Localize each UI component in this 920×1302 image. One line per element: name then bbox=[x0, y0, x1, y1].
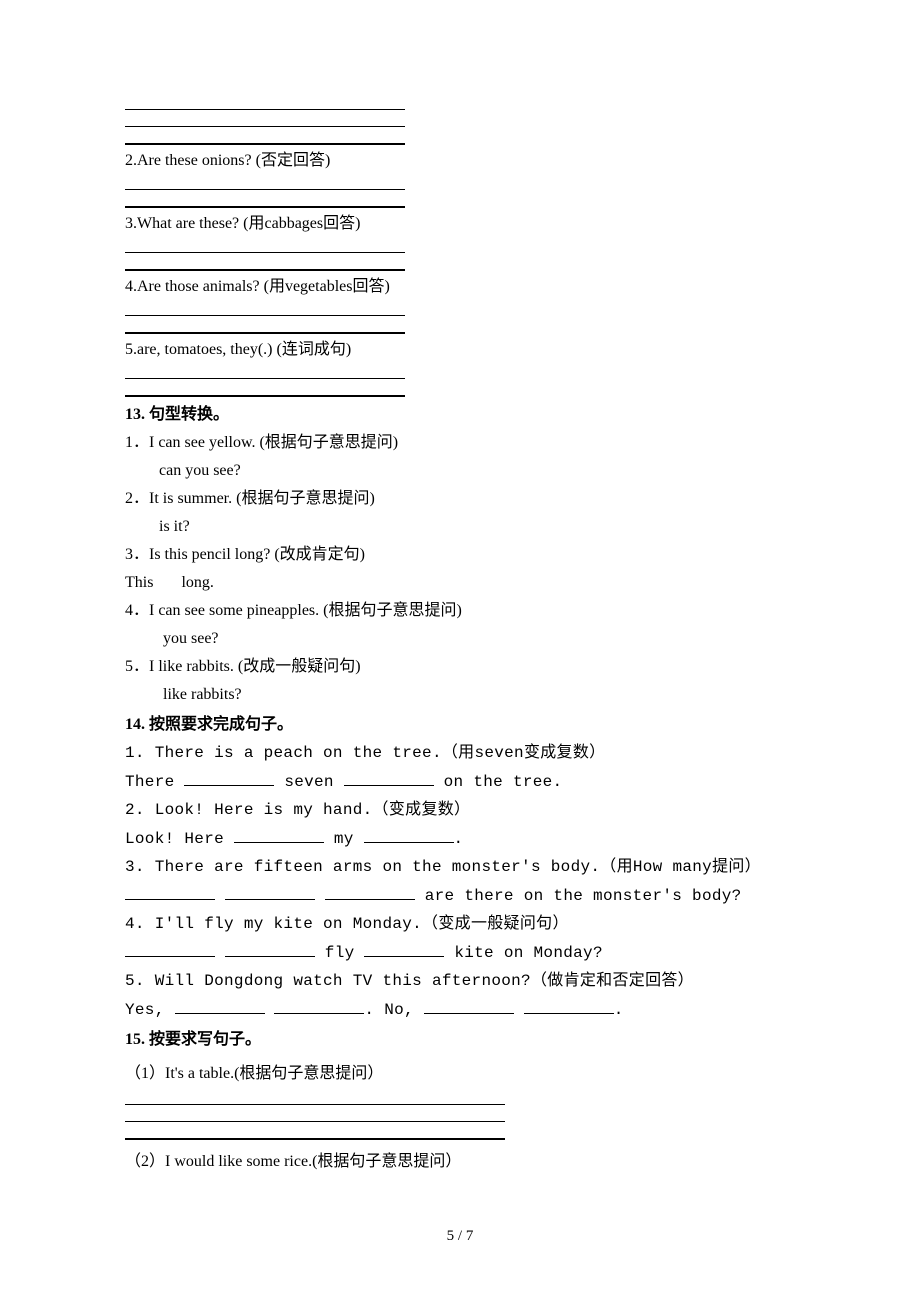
inline-blank bbox=[424, 997, 514, 1014]
blank-line-thick bbox=[125, 1124, 505, 1140]
s14-item-1b: There seven on the tree. bbox=[125, 769, 795, 794]
s14-item-3b: are there on the monster's body? bbox=[125, 883, 795, 908]
text-fragment: kite on Monday? bbox=[444, 944, 602, 962]
s13-item-1b: can you see? bbox=[125, 459, 795, 483]
s13-item-2b: is it? bbox=[125, 515, 795, 539]
s14-item-4a: 4. I'll fly my kite on Monday.（变成一般疑问句） bbox=[125, 912, 795, 936]
s14-item-1a: 1. There is a peach on the tree.（用seven变… bbox=[125, 741, 795, 765]
s14-item-3a: 3. There are fifteen arms on the monster… bbox=[125, 855, 795, 879]
question-3: 3.What are these? (用cabbages回答) bbox=[125, 212, 795, 236]
answer-blank-group bbox=[125, 301, 795, 334]
text-fragment: seven bbox=[274, 773, 343, 791]
blank-line-thick bbox=[125, 192, 405, 208]
text-fragment: fly bbox=[315, 944, 365, 962]
document-page: 2.Are these onions? (否定回答) 3.What are th… bbox=[0, 0, 920, 1302]
text-fragment: There bbox=[125, 773, 184, 791]
s13-item-5a: 5．I like rabbits. (改成一般疑问句) bbox=[125, 655, 795, 679]
section-14-title: 14. 按照要求完成句子。 bbox=[125, 713, 795, 737]
blank-line-thick bbox=[125, 129, 405, 145]
blank-line bbox=[125, 238, 405, 253]
inline-blank bbox=[225, 883, 315, 900]
text-fragment: are there on the monster's body? bbox=[415, 887, 742, 905]
answer-blank-group bbox=[125, 175, 795, 208]
blank-line bbox=[125, 112, 405, 127]
question-2: 2.Are these onions? (否定回答) bbox=[125, 149, 795, 173]
inline-blank bbox=[524, 997, 614, 1014]
blank-line bbox=[125, 1107, 505, 1122]
text-fragment: my bbox=[324, 830, 364, 848]
blank-line bbox=[125, 1090, 505, 1105]
section-15-title: 15. 按要求写句子。 bbox=[125, 1028, 795, 1052]
section-13-title: 13. 句型转换。 bbox=[125, 403, 795, 427]
blank-line-thick bbox=[125, 381, 405, 397]
s13-item-4b: you see? bbox=[125, 627, 795, 651]
inline-blank bbox=[364, 940, 444, 957]
blank-line bbox=[125, 301, 405, 316]
s15-item-1: （1）It's a table.(根据句子意思提问） bbox=[125, 1062, 795, 1086]
blank-line-thick bbox=[125, 255, 405, 271]
inline-blank bbox=[274, 997, 364, 1014]
text-fragment: Yes, bbox=[125, 1001, 175, 1019]
blank-line bbox=[125, 364, 405, 379]
text-fragment: on the tree. bbox=[434, 773, 563, 791]
inline-blank bbox=[225, 940, 315, 957]
s13-item-5b: like rabbits? bbox=[125, 683, 795, 707]
inline-blank bbox=[184, 769, 274, 786]
question-4: 4.Are those animals? (用vegetables回答) bbox=[125, 275, 795, 299]
answer-blank-group bbox=[125, 95, 795, 145]
s13-item-3b: This long. bbox=[125, 571, 795, 595]
text-fragment: . bbox=[454, 830, 464, 848]
blank-line-thick bbox=[125, 318, 405, 334]
s15-item-2: （2）I would like some rice.(根据句子意思提问） bbox=[125, 1150, 795, 1174]
s14-item-4b: fly kite on Monday? bbox=[125, 940, 795, 965]
inline-blank bbox=[344, 769, 434, 786]
inline-blank bbox=[125, 940, 215, 957]
page-number: 5 / 7 bbox=[0, 1225, 920, 1248]
s13-item-1a: 1．I can see yellow. (根据句子意思提问) bbox=[125, 431, 795, 455]
s14-item-5a: 5. Will Dongdong watch TV this afternoon… bbox=[125, 969, 795, 993]
s13-item-3a: 3．Is this pencil long? (改成肯定句) bbox=[125, 543, 795, 567]
blank-line bbox=[125, 95, 405, 110]
s13-item-2a: 2．It is summer. (根据句子意思提问) bbox=[125, 487, 795, 511]
answer-blank-group bbox=[125, 238, 795, 271]
question-5: 5.are, tomatoes, they(.) (连词成句) bbox=[125, 338, 795, 362]
inline-blank bbox=[175, 997, 265, 1014]
s14-item-2b: Look! Here my . bbox=[125, 826, 795, 851]
answer-blank-group bbox=[125, 364, 795, 397]
inline-blank bbox=[125, 883, 215, 900]
text-fragment: . No, bbox=[364, 1001, 423, 1019]
inline-blank bbox=[364, 826, 454, 843]
answer-blank-group bbox=[125, 1090, 795, 1140]
s14-item-2a: 2. Look! Here is my hand.（变成复数） bbox=[125, 798, 795, 822]
text-fragment: Look! Here bbox=[125, 830, 234, 848]
s14-item-5b: Yes, . No, . bbox=[125, 997, 795, 1022]
s13-item-4a: 4．I can see some pineapples. (根据句子意思提问) bbox=[125, 599, 795, 623]
blank-line bbox=[125, 175, 405, 190]
inline-blank bbox=[325, 883, 415, 900]
inline-blank bbox=[234, 826, 324, 843]
text-fragment: . bbox=[614, 1001, 624, 1019]
